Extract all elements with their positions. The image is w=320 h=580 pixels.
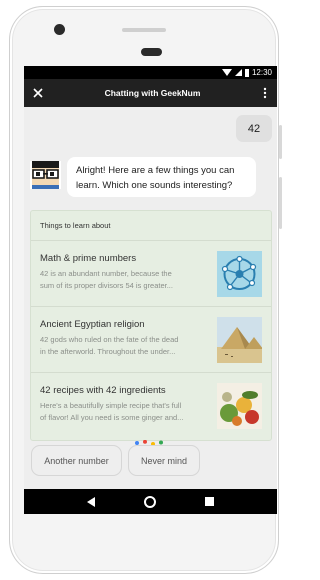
card-header: Things to learn about (31, 211, 271, 241)
proximity-sensor (141, 48, 162, 56)
list-item[interactable]: 42 recipes with 42 ingredients Here's a … (31, 373, 271, 439)
user-message-bubble: 42 (236, 115, 272, 142)
topics-card: Things to learn about Math & prime numbe… (30, 210, 272, 441)
list-item[interactable]: Ancient Egyptian religion 42 gods who ru… (31, 307, 271, 373)
screen: 12:30 Chatting with GeekNum 42 Alright! … (24, 66, 277, 514)
never-mind-chip[interactable]: Never mind (128, 445, 200, 476)
volume-button (279, 177, 282, 229)
item-description: 42 gods who ruled on the fate of the dea… (40, 335, 179, 356)
recents-icon[interactable] (205, 497, 215, 506)
status-time: 12:30 (251, 68, 272, 77)
earpiece-speaker (122, 28, 166, 32)
item-description: 42 is an abundant number, because the su… (40, 269, 173, 290)
app-bar: Chatting with GeekNum (24, 79, 277, 107)
bot-message-bubble: Alright! Here are a few things you can l… (67, 157, 256, 197)
app-title: Chatting with GeekNum (104, 88, 201, 98)
navigation-bar (24, 489, 277, 514)
home-icon[interactable] (143, 495, 156, 508)
item-title: Math & prime numbers (40, 253, 137, 264)
more-vert-icon[interactable] (253, 79, 277, 107)
chat-area[interactable]: 42 Alright! Here are a few things you ca… (24, 107, 277, 489)
item-title: 42 recipes with 42 ingredients (40, 385, 166, 396)
item-title: Ancient Egyptian religion (40, 319, 145, 330)
pyramids-image (217, 317, 262, 363)
battery-icon (244, 68, 249, 77)
vegetables-image (217, 383, 262, 429)
list-item[interactable]: Math & prime numbers 42 is an abundant n… (31, 241, 271, 307)
power-button (279, 125, 282, 159)
bot-avatar-icon (30, 161, 61, 189)
front-camera (54, 24, 65, 35)
signal-icon (234, 69, 242, 76)
another-number-chip[interactable]: Another number (31, 445, 122, 476)
status-bar: 12:30 (24, 66, 277, 79)
item-description: Here's a beautifully simple recipe that'… (40, 401, 184, 422)
wifi-icon (221, 69, 232, 76)
back-icon[interactable] (86, 496, 95, 507)
network-diagram-icon (217, 251, 262, 297)
close-icon[interactable] (24, 79, 52, 107)
